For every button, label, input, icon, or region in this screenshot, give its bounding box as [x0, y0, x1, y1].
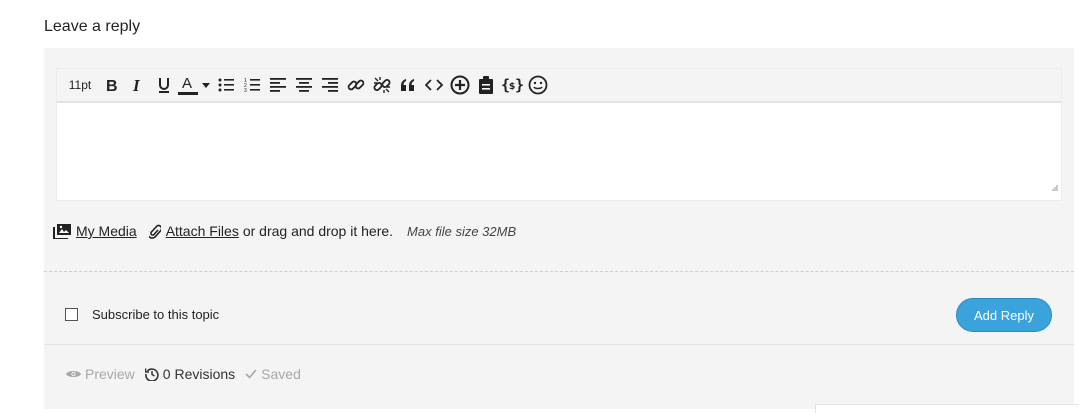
paperclip-icon: [148, 224, 161, 239]
revisions-label: 0 Revisions: [162, 366, 236, 382]
align-left-icon[interactable]: [265, 70, 291, 100]
italic-icon[interactable]: I: [125, 70, 151, 100]
subscribe-label: Subscribe to this topic: [92, 307, 220, 322]
emoji-icon[interactable]: [525, 70, 551, 100]
drag-drop-text: or drag and drop it here.: [242, 223, 394, 239]
blockquote-icon[interactable]: [395, 70, 421, 100]
media-gallery-icon: [53, 223, 71, 239]
bullet-list-icon[interactable]: [213, 70, 239, 100]
insert-plus-icon[interactable]: [447, 70, 473, 100]
svg-text:I: I: [132, 77, 141, 93]
preview-button[interactable]: Preview: [66, 366, 135, 382]
checkmark-icon: [245, 369, 257, 379]
eye-icon: [66, 371, 81, 377]
saved-status: Saved: [245, 366, 301, 382]
attach-files-link[interactable]: Attach Files: [166, 223, 239, 239]
rich-text-editor[interactable]: 11pt B I A 123 {$: [57, 69, 1061, 200]
my-media-link[interactable]: My Media: [76, 223, 137, 239]
revisions-button[interactable]: 0 Revisions: [144, 366, 236, 382]
code-icon[interactable]: [421, 70, 447, 100]
history-icon: [144, 368, 159, 381]
text-color-icon[interactable]: A: [177, 70, 199, 100]
svg-text:}: }: [515, 76, 523, 94]
dashed-divider: [44, 271, 1074, 272]
saved-label: Saved: [261, 366, 301, 382]
font-size-select[interactable]: 11pt: [65, 70, 95, 100]
svg-text:3: 3: [244, 88, 247, 92]
max-file-size-text: Max file size 32MB: [407, 223, 517, 239]
dropdown-caret-icon[interactable]: [199, 70, 213, 100]
editor-toolbar: 11pt B I A 123 {$: [57, 69, 1061, 103]
align-right-icon[interactable]: [317, 70, 343, 100]
subscribe-checkbox[interactable]: [65, 308, 78, 321]
page-title: Leave a reply: [44, 18, 141, 35]
unlink-icon[interactable]: [369, 70, 395, 100]
svg-text:A: A: [182, 75, 192, 92]
bold-icon[interactable]: B: [99, 70, 125, 100]
underline-icon[interactable]: [151, 70, 177, 100]
reply-textarea[interactable]: [57, 105, 1061, 200]
link-icon[interactable]: [343, 70, 369, 100]
code-braces-icon[interactable]: {$}: [499, 70, 525, 100]
align-center-icon[interactable]: [291, 70, 317, 100]
resize-handle-icon[interactable]: [1051, 179, 1058, 197]
svg-text:B: B: [106, 78, 118, 93]
attachments-row: My Media Attach Files or drag and drop i…: [53, 221, 516, 241]
numbered-list-icon[interactable]: 123: [239, 70, 265, 100]
editor-footer: Preview 0 Revisions Saved: [66, 366, 311, 382]
paste-icon[interactable]: [473, 70, 499, 100]
footer-divider: [44, 344, 1074, 345]
preview-label: Preview: [85, 366, 135, 382]
subscribe-row[interactable]: Subscribe to this topic: [65, 307, 219, 322]
reply-panel: 11pt B I A 123 {$ My Media Attach Files…: [44, 48, 1074, 409]
add-reply-button[interactable]: Add Reply: [956, 298, 1052, 332]
